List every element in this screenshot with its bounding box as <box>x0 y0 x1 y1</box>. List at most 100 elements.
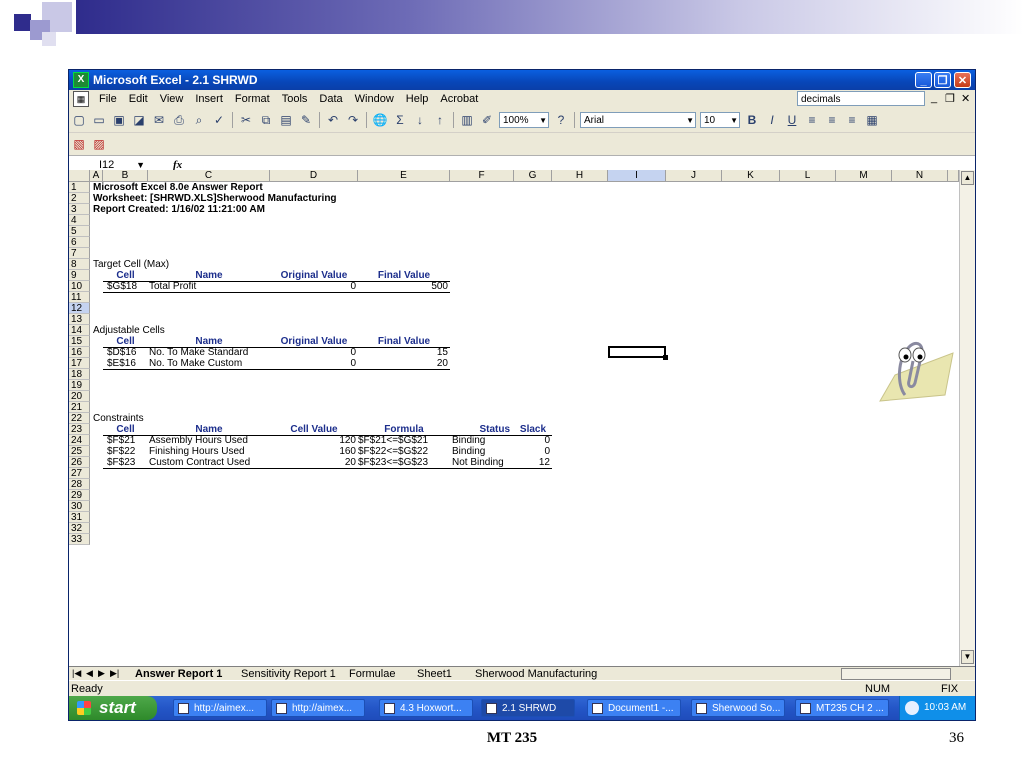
menu-insert[interactable]: Insert <box>189 93 229 105</box>
close-button[interactable]: ✕ <box>954 72 971 88</box>
table-cell[interactable]: 12 <box>514 457 550 468</box>
constraints-section-title[interactable]: Constraints <box>93 413 144 424</box>
row-header[interactable]: 30 <box>69 501 90 512</box>
row-header[interactable]: 26 <box>69 457 90 468</box>
column-header[interactable]: M <box>836 170 892 182</box>
table-header[interactable]: Cell <box>103 336 148 347</box>
table-header[interactable]: Final Value <box>358 270 450 281</box>
tab-sheet1[interactable]: Sheet1 <box>417 668 452 680</box>
table-cell[interactable]: $E$16 <box>107 358 136 369</box>
table-header[interactable]: Name <box>148 336 270 347</box>
table-cell[interactable]: 15 <box>358 347 448 358</box>
table-header[interactable]: Cell <box>103 424 148 435</box>
column-header[interactable] <box>948 170 959 182</box>
tab-answer-report-1[interactable]: Answer Report 1 <box>135 668 222 680</box>
print-preview-icon[interactable]: ⌕ <box>191 112 207 128</box>
row-header[interactable]: 32 <box>69 523 90 534</box>
table-cell[interactable]: 120 <box>270 435 356 446</box>
bold-icon[interactable]: B <box>744 112 760 128</box>
sort-ascending-icon[interactable]: ↓ <box>412 112 428 128</box>
taskbar-item[interactable]: Sherwood So... <box>691 699 785 717</box>
row-header[interactable]: 22 <box>69 413 90 424</box>
doc-restore-icon[interactable]: ❐ <box>945 92 955 105</box>
select-all-corner[interactable] <box>69 170 90 182</box>
copy-icon[interactable]: ⧉ <box>258 112 274 128</box>
table-header[interactable]: Cell <box>103 270 148 281</box>
drawing-icon[interactable]: ✐ <box>479 112 495 128</box>
acrobat-email-icon[interactable]: ▨ <box>91 136 107 152</box>
spelling-icon[interactable]: ✓ <box>211 112 227 128</box>
report-title[interactable]: Microsoft Excel 8.0e Answer Report <box>93 182 263 193</box>
align-left-icon[interactable]: ≡ <box>804 112 820 128</box>
taskbar-item[interactable]: http://aimex... <box>271 699 365 717</box>
table-cell[interactable]: 0 <box>270 347 356 358</box>
table-header[interactable]: Slack <box>514 424 552 435</box>
restore-button[interactable]: ❐ <box>934 72 951 88</box>
table-cell[interactable]: $F$21 <box>107 435 135 446</box>
table-cell[interactable]: Not Binding <box>452 457 504 468</box>
next-sheet-icon[interactable]: ▶ <box>98 668 105 679</box>
table-cell[interactable]: 500 <box>358 281 448 292</box>
row-header[interactable]: 31 <box>69 512 90 523</box>
table-cell[interactable]: 20 <box>358 358 448 369</box>
table-cell[interactable]: $F$22<=$G$22 <box>358 446 428 457</box>
row-header[interactable]: 15 <box>69 336 90 347</box>
row-header[interactable]: 17 <box>69 358 90 369</box>
row-header[interactable]: 2 <box>69 193 90 204</box>
doc-close-icon[interactable]: ✕ <box>961 92 970 105</box>
worksheet-grid[interactable]: A B C D E F G H I J K L M N 1 2 3 4 5 6 7 8 9 10 1… <box>69 170 959 666</box>
target-section-title[interactable]: Target Cell (Max) <box>93 259 169 270</box>
horizontal-scrollbar[interactable] <box>841 668 951 680</box>
table-header[interactable]: Final Value <box>358 336 450 347</box>
row-header[interactable]: 24 <box>69 435 90 446</box>
column-header[interactable]: J <box>666 170 722 182</box>
font-select[interactable]: Arial ▼ <box>580 112 696 128</box>
menu-tools[interactable]: Tools <box>276 93 314 105</box>
row-header[interactable]: 12 <box>69 303 90 314</box>
row-header[interactable]: 16 <box>69 347 90 358</box>
column-header[interactable]: K <box>722 170 780 182</box>
menu-edit[interactable]: Edit <box>123 93 154 105</box>
column-header[interactable]: G <box>514 170 552 182</box>
table-cell[interactable]: $G$18 <box>107 281 137 292</box>
undo-icon[interactable]: ↶ <box>325 112 341 128</box>
menu-acrobat[interactable]: Acrobat <box>434 93 484 105</box>
cut-icon[interactable]: ✂ <box>238 112 254 128</box>
column-header[interactable]: F <box>450 170 514 182</box>
menu-view[interactable]: View <box>154 93 190 105</box>
row-header[interactable]: 28 <box>69 479 90 490</box>
row-header[interactable]: 33 <box>69 534 90 545</box>
row-header[interactable]: 19 <box>69 380 90 391</box>
acrobat-pdf-icon[interactable]: ▧ <box>71 136 87 152</box>
table-cell[interactable]: $F$23 <box>107 457 135 468</box>
menu-window[interactable]: Window <box>349 93 400 105</box>
italic-icon[interactable]: I <box>764 112 780 128</box>
row-header[interactable]: 10 <box>69 281 90 292</box>
tab-sensitivity-report-1[interactable]: Sensitivity Report 1 <box>241 668 336 680</box>
row-header[interactable]: 11 <box>69 292 90 303</box>
tab-sherwood-manufacturing[interactable]: Sherwood Manufacturing <box>475 668 597 680</box>
report-worksheet[interactable]: Worksheet: [SHRWD.XLS]Sherwood Manufactu… <box>93 193 337 204</box>
row-header[interactable]: 25 <box>69 446 90 457</box>
help-icon[interactable]: ? <box>553 112 569 128</box>
workbook-icon[interactable]: ▦ <box>73 91 89 107</box>
open-icon[interactable]: ▭ <box>91 112 107 128</box>
row-header[interactable]: 6 <box>69 237 90 248</box>
fill-handle[interactable] <box>663 355 668 360</box>
table-cell[interactable]: $F$21<=$G$21 <box>358 435 428 446</box>
table-cell[interactable]: No. To Make Custom <box>149 358 242 369</box>
menu-data[interactable]: Data <box>313 93 348 105</box>
prev-sheet-icon[interactable]: ◀ <box>86 668 93 679</box>
borders-icon[interactable]: ▦ <box>864 112 880 128</box>
table-header[interactable]: Original Value <box>270 336 358 347</box>
row-header[interactable]: 23 <box>69 424 90 435</box>
table-cell[interactable]: 0 <box>514 446 550 457</box>
align-right-icon[interactable]: ≡ <box>844 112 860 128</box>
menu-file[interactable]: File <box>93 93 123 105</box>
table-cell[interactable]: Binding <box>452 435 485 446</box>
row-header[interactable]: 29 <box>69 490 90 501</box>
row-header[interactable]: 13 <box>69 314 90 325</box>
office-assistant-clippy-icon[interactable] <box>875 335 955 405</box>
start-button[interactable]: start <box>69 696 157 720</box>
column-header[interactable]: B <box>103 170 148 182</box>
